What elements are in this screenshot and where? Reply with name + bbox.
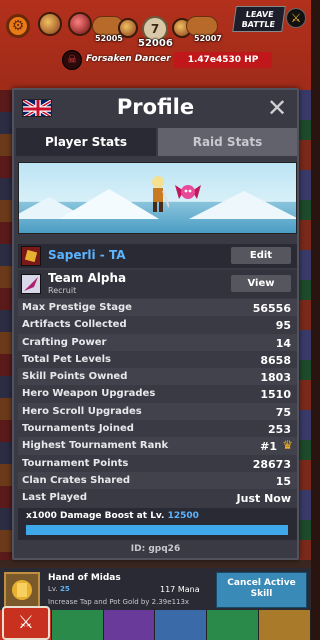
background-right-edge <box>297 90 311 560</box>
player-name: Saperli - TA <box>48 248 126 262</box>
player-rank-icon <box>21 246 41 266</box>
active-skill-panel: Hand of Midas Lv. 25 117 Mana Increase T… <box>0 568 311 610</box>
stat-label: Artifacts Collected <box>22 319 127 331</box>
leave-battle-button[interactable]: LEAVE BATTLE <box>232 6 286 32</box>
stat-row: Tournaments Joined 253 <box>18 420 297 438</box>
boss-bar: ☠ Forsaken Dancer 1.47e4530 HP <box>62 50 272 70</box>
stat-value: Just Now <box>236 492 291 506</box>
stat-value: 28673 <box>252 457 291 471</box>
boss-name: Forsaken Dancer <box>86 54 171 64</box>
stat-row: Hero Weapon Upgrades 1510 <box>18 385 297 403</box>
stat-value: 1803 <box>260 371 291 385</box>
game-top-bar: ⚙ 52005 7 52006 52007 LEAVE BATTLE ⚔ <box>0 0 311 50</box>
skill-name: Hand of Midas <box>48 573 121 583</box>
skill-mana-cost: 117 Mana <box>160 585 200 594</box>
next-stage-pill <box>186 16 218 36</box>
nav-tab-equipment[interactable] <box>103 610 156 640</box>
stat-value: 1510 <box>260 388 291 402</box>
clan-emblem-icon <box>21 274 41 294</box>
stat-value: 8658 <box>260 353 291 367</box>
stat-row: Artifacts Collected 95 <box>18 316 297 334</box>
stat-label: Highest Tournament Rank <box>22 440 169 452</box>
nav-tab-shop[interactable] <box>259 610 311 640</box>
tab-player-stats[interactable]: Player Stats <box>16 128 156 156</box>
crown-icon: ♛ <box>282 438 293 453</box>
clan-row: Team Alpha Recruit View <box>18 270 297 298</box>
skill-description: Increase Tap and Pot Gold by 2.39e113x <box>48 598 190 606</box>
stats-list: Max Prestige Stage 56556 Artifacts Collect… <box>18 299 297 507</box>
hero-character-icon <box>152 176 169 212</box>
stat-label: Hero Weapon Upgrades <box>22 388 156 400</box>
stat-row: Tournament Points 28673 <box>18 454 297 472</box>
stat-row: Crafting Power 14 <box>18 333 297 351</box>
stat-row: Last Played Just Now <box>18 489 297 507</box>
stat-row: Highest Tournament Rank #1 ♛ <box>18 437 297 455</box>
boost-panel: x1000 Damage Boost at Lv. 12500 <box>18 508 297 540</box>
profile-tabs: Player Stats Raid Stats <box>14 128 297 156</box>
boost-level: 12500 <box>167 511 199 521</box>
boss-hp: 1.47e4530 HP <box>174 52 272 68</box>
prev-stage-icon <box>118 18 138 38</box>
boss-skull-icon: ☠ <box>62 50 82 70</box>
stat-row: Skill Points Owned 1803 <box>18 368 297 386</box>
stat-value: 14 <box>275 336 291 350</box>
stat-row: Clan Crates Shared 15 <box>18 471 297 490</box>
profile-modal: Profile ✕ Player Stats Raid Stats Saperl… <box>12 88 299 560</box>
stat-value: 75 <box>275 405 291 419</box>
hand-of-midas-icon[interactable] <box>4 572 40 608</box>
stat-value: 15 <box>275 474 291 488</box>
stat-label: Crafting Power <box>22 336 107 348</box>
stat-label: Tournament Points <box>22 457 129 469</box>
nav-tab-pets[interactable] <box>155 610 208 640</box>
tab-raid-stats[interactable]: Raid Stats <box>158 128 297 156</box>
clan-name: Team Alpha <box>48 271 127 285</box>
player-name-row: Saperli - TA Edit <box>18 244 297 268</box>
boost-progress-bar <box>26 525 288 535</box>
boost-label: x1000 Damage Boost at Lv. <box>26 511 165 521</box>
profile-banner-image <box>18 162 297 234</box>
player-avatar[interactable] <box>38 12 62 36</box>
pet-avatar[interactable] <box>68 12 92 36</box>
modal-title: Profile <box>116 95 195 119</box>
player-id: ID: gpq26 <box>130 544 181 554</box>
edit-button[interactable]: Edit <box>231 247 291 264</box>
boost-text: x1000 Damage Boost at Lv. 12500 <box>26 511 199 521</box>
stat-label: Max Prestige Stage <box>22 302 132 313</box>
close-icon[interactable]: ✕ <box>265 95 289 121</box>
stat-row: Total Pet Levels 8658 <box>18 350 297 369</box>
prev-stage-number: 52005 <box>95 34 123 43</box>
stat-value: 95 <box>275 319 291 333</box>
stat-label: Clan Crates Shared <box>22 474 131 486</box>
stat-value: #1 <box>260 440 277 454</box>
current-stage-number: 52006 <box>138 38 173 49</box>
next-stage-number: 52007 <box>194 34 222 43</box>
clan-role: Recruit <box>48 286 77 295</box>
boost-progress-fill <box>26 525 288 535</box>
nav-tab-heroes[interactable] <box>51 610 104 640</box>
stat-row: Hero Scroll Upgrades 75 <box>18 402 297 421</box>
stat-label: Tournaments Joined <box>22 423 134 435</box>
stat-label: Skill Points Owned <box>22 371 128 383</box>
stat-value: 56556 <box>252 302 291 315</box>
skill-level: Lv. 25 <box>48 585 70 593</box>
stat-value: 253 <box>268 423 291 437</box>
stat-row: Max Prestige Stage 56556 <box>18 299 297 317</box>
stat-label: Total Pet Levels <box>22 353 112 365</box>
settings-gear-icon[interactable]: ⚙ <box>6 14 30 38</box>
modal-header: Profile ✕ <box>14 90 297 126</box>
pet-character-icon <box>175 185 201 199</box>
sword-master-icon[interactable]: ⚔ <box>2 606 50 640</box>
cancel-active-skill-button[interactable]: Cancel Active Skill <box>216 572 307 608</box>
view-clan-button[interactable]: View <box>231 275 291 292</box>
stat-label: Hero Scroll Upgrades <box>22 405 142 417</box>
stat-label: Last Played <box>22 492 87 504</box>
nav-tab-artifacts[interactable] <box>207 610 260 640</box>
top-close-icon[interactable]: ⚔ <box>286 8 306 28</box>
